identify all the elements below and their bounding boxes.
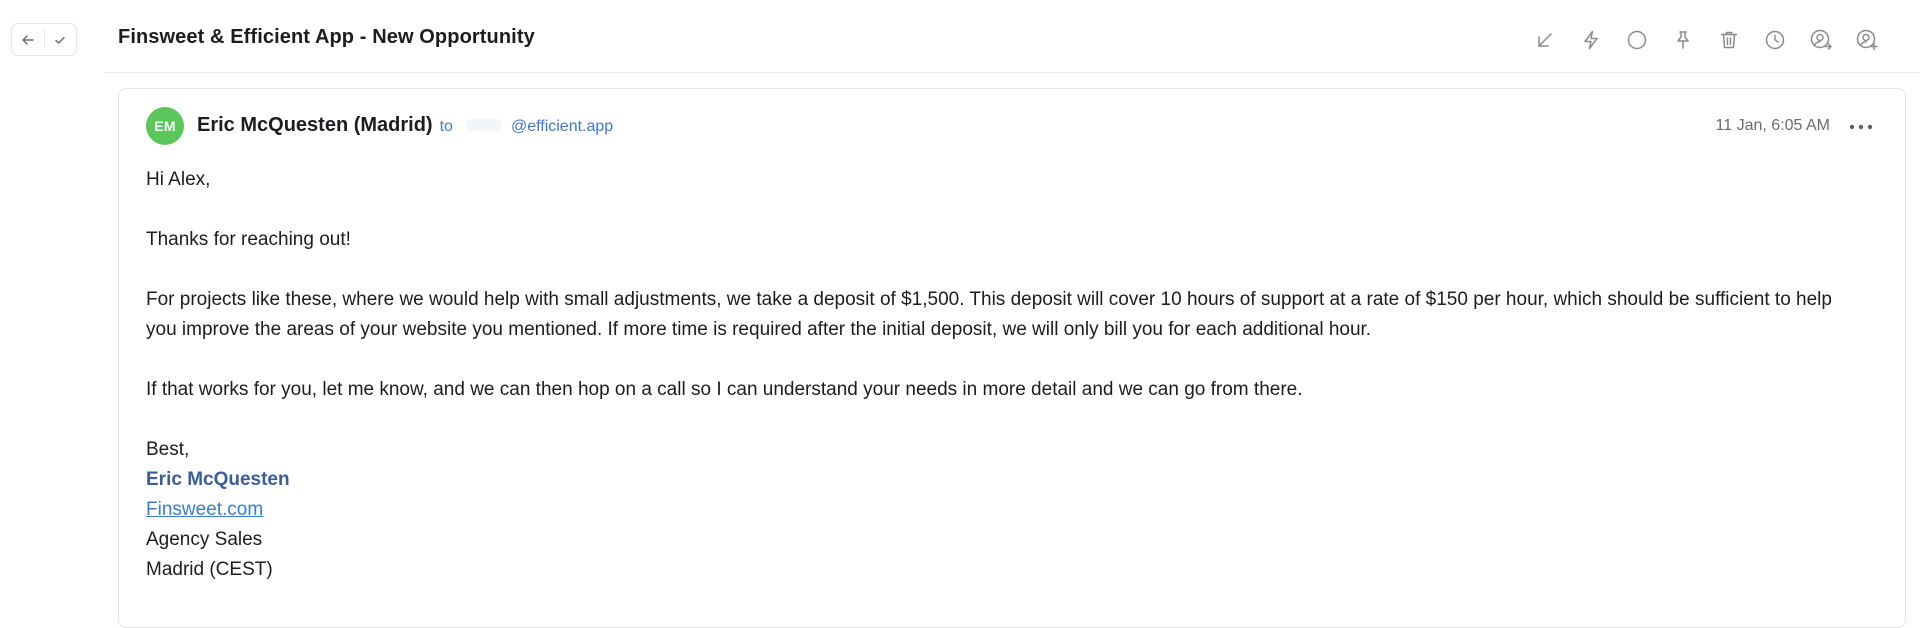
- check-icon: [55, 36, 65, 44]
- signature-website-link[interactable]: Finsweet.com: [146, 499, 263, 520]
- thread-nav-pill: [11, 23, 77, 56]
- trash-icon: [1720, 31, 1738, 49]
- forward-to-contact-button[interactable]: [1804, 23, 1838, 57]
- signature-role: Agency Sales: [146, 529, 263, 550]
- body-paragraph-2: For projects like these, where we would …: [146, 289, 1832, 340]
- pin-button[interactable]: [1666, 23, 1700, 57]
- pin-icon: [1677, 31, 1689, 49]
- greeting: Hi Alex,: [146, 169, 211, 190]
- move-to-inbox-button[interactable]: [1528, 23, 1562, 57]
- sender-name[interactable]: Eric McQuesten (Madrid): [197, 114, 433, 137]
- arrow-down-left-icon: [1538, 33, 1552, 47]
- sender-line: Eric McQuesten (Madrid) to @efficient.ap…: [197, 114, 613, 137]
- recipient-address[interactable]: @efficient.app: [511, 118, 613, 136]
- body-paragraph-1: Thanks for reaching out!: [146, 229, 351, 250]
- body-paragraph-3: If that works for you, let me know, and …: [146, 379, 1303, 400]
- thread-toolbar: [1528, 23, 1884, 57]
- user-forward-icon: [1810, 29, 1832, 50]
- signature-closing: Best,: [146, 439, 190, 460]
- mark-unread-button[interactable]: [1620, 23, 1654, 57]
- message-body: Hi Alex, Thanks for reaching out! For pr…: [146, 165, 1866, 585]
- message-timestamp: 11 Jan, 6:05 AM: [1715, 117, 1830, 134]
- header-divider: [105, 72, 1920, 73]
- circle-icon: [1627, 30, 1647, 50]
- delete-button[interactable]: [1712, 23, 1746, 57]
- more-horizontal-icon: [1849, 124, 1873, 130]
- signature-location: Madrid (CEST): [146, 559, 273, 580]
- clock-icon: [1765, 30, 1785, 50]
- user-add-icon: [1856, 29, 1878, 51]
- back-button[interactable]: [12, 24, 44, 55]
- add-contact-button[interactable]: [1850, 23, 1884, 57]
- mark-done-button[interactable]: [44, 24, 76, 55]
- lightning-icon: [1584, 30, 1598, 50]
- redacted-recipient-name: [466, 119, 501, 131]
- more-options-button[interactable]: [1846, 116, 1876, 138]
- to-label: to: [439, 118, 453, 135]
- avatar[interactable]: EM: [146, 107, 184, 145]
- quick-action-button[interactable]: [1574, 23, 1608, 57]
- signature-name: Eric McQuesten: [146, 469, 290, 490]
- snooze-button[interactable]: [1758, 23, 1792, 57]
- thread-subject: Finsweet & Efficient App - New Opportuni…: [118, 26, 535, 48]
- arrow-left-icon: [22, 34, 34, 45]
